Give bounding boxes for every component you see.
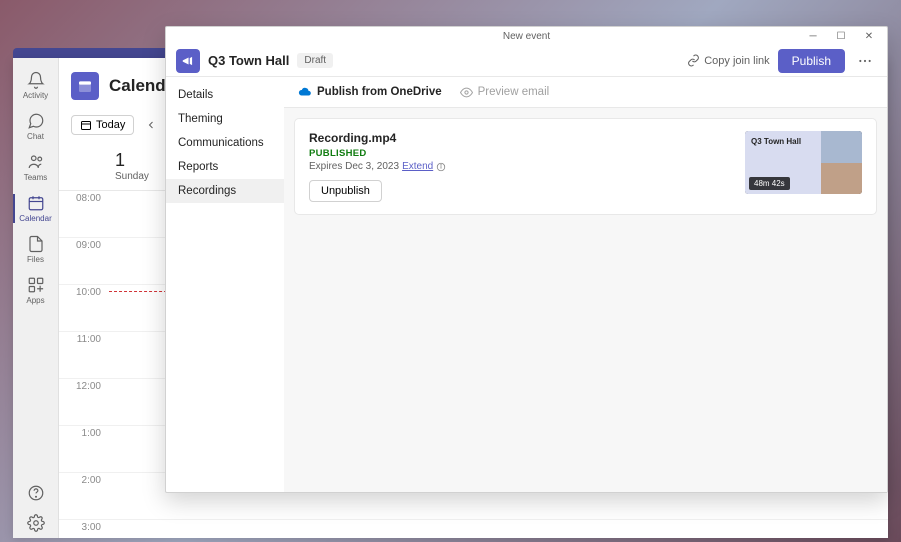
window-titlebar[interactable]: New event ─ ☐ ✕ bbox=[166, 27, 887, 45]
files-icon bbox=[27, 235, 45, 253]
nav-reports[interactable]: Reports bbox=[166, 155, 284, 179]
nav-communications[interactable]: Communications bbox=[166, 131, 284, 155]
calendar-app-icon bbox=[71, 72, 99, 100]
recording-expires: Expires Dec 3, 2023 Extend bbox=[309, 161, 745, 172]
recording-card: Recording.mp4 PUBLISHED Expires Dec 3, 2… bbox=[294, 118, 877, 215]
recording-filename: Recording.mp4 bbox=[309, 131, 745, 145]
rail-calendar[interactable]: Calendar bbox=[13, 188, 59, 229]
time-label: 08:00 bbox=[59, 191, 109, 237]
event-sidebar: Details Theming Communications Reports R… bbox=[166, 77, 284, 492]
time-label: 1:00 bbox=[59, 426, 109, 472]
new-event-window: New event ─ ☐ ✕ Q3 Town Hall Draft Copy … bbox=[165, 26, 888, 493]
unpublish-button[interactable]: Unpublish bbox=[309, 180, 382, 202]
megaphone-icon bbox=[176, 49, 200, 73]
time-label: 10:00 bbox=[59, 285, 109, 331]
nav-recordings[interactable]: Recordings bbox=[166, 179, 284, 203]
rail-apps[interactable]: Apps bbox=[13, 270, 59, 311]
recording-status: PUBLISHED bbox=[309, 148, 745, 159]
link-icon bbox=[687, 54, 700, 67]
thumbnail-title: Q3 Town Hall bbox=[751, 137, 815, 147]
calendar-small-icon bbox=[80, 119, 92, 131]
rail-label: Calendar bbox=[19, 214, 51, 223]
rail-label: Chat bbox=[27, 132, 44, 141]
rail-chat[interactable]: Chat bbox=[13, 106, 59, 147]
rail-teams[interactable]: Teams bbox=[13, 147, 59, 188]
thumbnail-face bbox=[821, 163, 862, 195]
time-label: 09:00 bbox=[59, 238, 109, 284]
chevron-left-icon bbox=[145, 119, 157, 131]
thumbnail-face bbox=[821, 131, 862, 163]
app-rail: Activity Chat Teams Calendar Files Apps bbox=[13, 58, 59, 538]
rail-label: Teams bbox=[24, 173, 48, 182]
recording-info: Recording.mp4 PUBLISHED Expires Dec 3, 2… bbox=[309, 131, 745, 202]
gear-icon bbox=[27, 514, 45, 532]
help-icon bbox=[27, 484, 45, 502]
publish-button[interactable]: Publish bbox=[778, 49, 845, 73]
minimize-button[interactable]: ─ bbox=[799, 27, 827, 45]
event-body: Details Theming Communications Reports R… bbox=[166, 77, 887, 492]
prev-button[interactable] bbox=[140, 114, 162, 136]
draft-badge: Draft bbox=[297, 53, 333, 68]
recording-thumbnail[interactable]: Q3 Town Hall 48m 42s bbox=[745, 131, 862, 194]
window-title: New event bbox=[503, 31, 550, 42]
eye-icon bbox=[460, 86, 473, 99]
close-button[interactable]: ✕ bbox=[855, 27, 883, 45]
event-content: Publish from OneDrive Preview email Reco… bbox=[284, 77, 887, 492]
nav-theming[interactable]: Theming bbox=[166, 107, 284, 131]
rail-files[interactable]: Files bbox=[13, 229, 59, 270]
cloud-icon bbox=[298, 85, 312, 99]
time-label: 12:00 bbox=[59, 379, 109, 425]
tab-strip: Publish from OneDrive Preview email bbox=[284, 77, 887, 108]
chat-icon bbox=[27, 112, 45, 130]
time-label: 2:00 bbox=[59, 473, 109, 519]
rail-label: Activity bbox=[23, 91, 48, 100]
today-button[interactable]: Today bbox=[71, 115, 134, 135]
thumbnail-duration: 48m 42s bbox=[749, 177, 790, 190]
time-label: 3:00 bbox=[59, 520, 109, 538]
more-options-button[interactable] bbox=[853, 49, 877, 73]
extend-link[interactable]: Extend bbox=[402, 161, 433, 172]
event-title: Q3 Town Hall bbox=[208, 53, 289, 68]
nav-details[interactable]: Details bbox=[166, 83, 284, 107]
copy-join-link-button[interactable]: Copy join link bbox=[687, 54, 769, 67]
rail-label: Files bbox=[27, 255, 44, 264]
rail-help[interactable] bbox=[13, 478, 59, 508]
teams-icon bbox=[27, 153, 45, 171]
rail-activity[interactable]: Activity bbox=[13, 65, 59, 106]
calendar-icon bbox=[27, 194, 45, 212]
tab-publish-onedrive[interactable]: Publish from OneDrive bbox=[298, 85, 442, 99]
apps-icon bbox=[27, 276, 45, 294]
event-header: Q3 Town Hall Draft Copy join link Publis… bbox=[166, 45, 887, 77]
bell-icon bbox=[27, 71, 45, 89]
more-horizontal-icon bbox=[857, 53, 873, 69]
maximize-button[interactable]: ☐ bbox=[827, 27, 855, 45]
info-icon[interactable] bbox=[436, 162, 446, 172]
tab-preview-email[interactable]: Preview email bbox=[460, 86, 550, 99]
rail-label: Apps bbox=[26, 296, 44, 305]
time-label: 11:00 bbox=[59, 332, 109, 378]
rail-settings[interactable] bbox=[13, 508, 59, 538]
